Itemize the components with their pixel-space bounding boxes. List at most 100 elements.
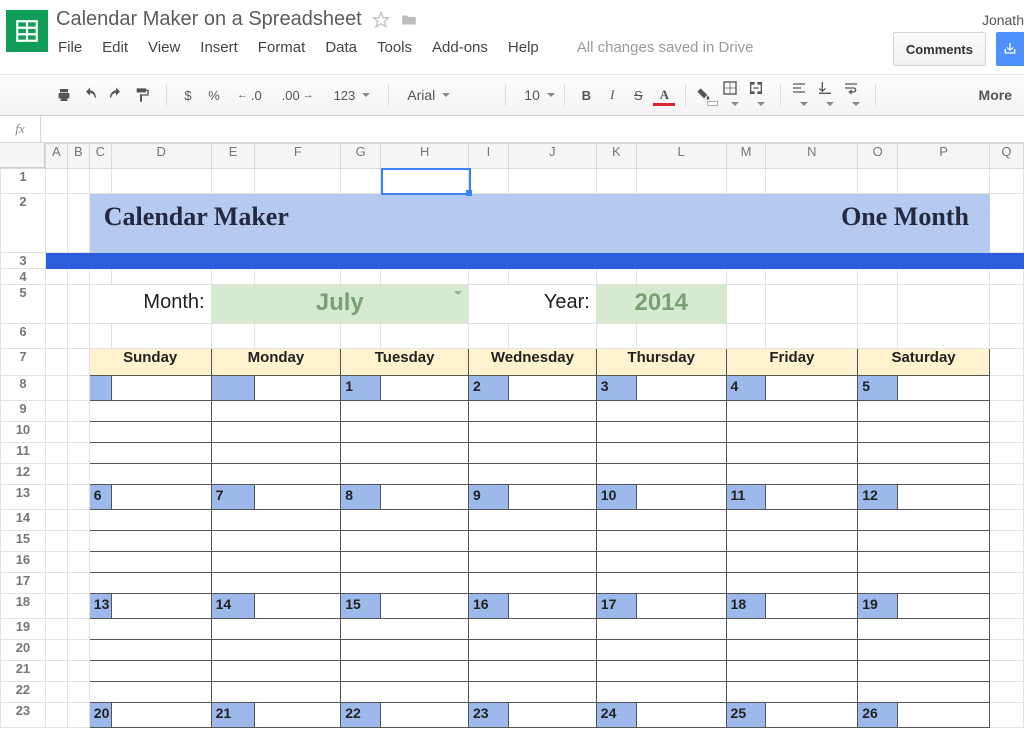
calendar-day-cell[interactable] (596, 443, 726, 464)
v-align-button[interactable] (817, 80, 839, 111)
fill-color-button[interactable] (696, 87, 718, 103)
calendar-day-cell[interactable] (726, 510, 858, 531)
row-header[interactable]: 3 (1, 253, 46, 269)
column-header[interactable]: A (45, 144, 67, 169)
comments-button[interactable]: Comments (893, 32, 986, 66)
calendar-day-cell[interactable] (726, 640, 858, 661)
calendar-day-cell[interactable] (89, 552, 211, 573)
calendar-day-number[interactable] (211, 376, 255, 401)
calendar-day-cell[interactable] (468, 422, 596, 443)
italic-button[interactable]: I (601, 87, 623, 103)
calendar-day-cell[interactable] (858, 464, 990, 485)
calendar-day-cell[interactable] (726, 443, 858, 464)
column-header[interactable]: B (67, 144, 89, 169)
row-header[interactable]: 23 (1, 703, 46, 728)
calendar-day-number[interactable]: 1 (341, 376, 381, 401)
menu-add-ons[interactable]: Add-ons (432, 39, 488, 56)
calendar-day-cell[interactable] (211, 573, 341, 594)
row-header[interactable]: 9 (1, 401, 46, 422)
calendar-day-cell[interactable] (211, 531, 341, 552)
calendar-day-cell[interactable] (211, 682, 341, 703)
calendar-day-cell[interactable] (726, 401, 858, 422)
column-header[interactable]: F (255, 144, 341, 169)
toolbar-more[interactable]: More (979, 87, 1018, 103)
calendar-day-cell[interactable] (596, 619, 726, 640)
calendar-day-cell[interactable] (211, 422, 341, 443)
strikethrough-button[interactable]: S (627, 88, 649, 103)
row-header[interactable]: 11 (1, 443, 46, 464)
calendar-day-cell[interactable] (341, 619, 469, 640)
calendar-day-cell[interactable] (596, 510, 726, 531)
year-input[interactable]: 2014 (596, 285, 726, 324)
calendar-day-number[interactable]: 20 (89, 703, 111, 728)
calendar-day-number[interactable]: 7 (211, 485, 255, 510)
calendar-day-number[interactable]: 8 (341, 485, 381, 510)
calendar-day-number[interactable]: 18 (726, 594, 766, 619)
calendar-day-number[interactable]: 17 (596, 594, 636, 619)
font-family-dropdown[interactable]: Arial (399, 87, 495, 103)
calendar-day-cell[interactable] (858, 443, 990, 464)
calendar-day-cell[interactable] (211, 552, 341, 573)
calendar-day-cell[interactable] (858, 531, 990, 552)
undo-icon[interactable] (82, 87, 104, 103)
row-header[interactable]: 18 (1, 594, 46, 619)
calendar-day-number[interactable]: 10 (596, 485, 636, 510)
calendar-day-cell[interactable] (726, 573, 858, 594)
calendar-day-cell[interactable] (468, 464, 596, 485)
calendar-day-cell[interactable] (341, 422, 469, 443)
row-header[interactable]: 7 (1, 349, 46, 376)
calendar-day-number[interactable]: 22 (341, 703, 381, 728)
calendar-day-cell[interactable] (89, 573, 211, 594)
column-header[interactable]: J (508, 144, 596, 169)
calendar-day-cell[interactable] (341, 573, 469, 594)
menu-insert[interactable]: Insert (200, 39, 238, 56)
row-header[interactable]: 22 (1, 682, 46, 703)
calendar-day-number[interactable]: 23 (468, 703, 508, 728)
row-header[interactable]: 21 (1, 661, 46, 682)
month-dropdown[interactable]: July (211, 285, 468, 324)
column-header[interactable]: G (341, 144, 381, 169)
calendar-day-cell[interactable] (89, 443, 211, 464)
calendar-day-cell[interactable] (341, 640, 469, 661)
calendar-day-cell[interactable] (211, 464, 341, 485)
calendar-day-cell[interactable] (468, 401, 596, 422)
row-header[interactable]: 2 (1, 194, 46, 253)
menu-edit[interactable]: Edit (102, 39, 128, 56)
calendar-day-cell[interactable] (468, 619, 596, 640)
calendar-day-cell[interactable] (89, 510, 211, 531)
calendar-day-cell[interactable] (89, 682, 211, 703)
calendar-day-cell[interactable] (726, 422, 858, 443)
print-icon[interactable] (56, 87, 78, 103)
row-header[interactable]: 4 (1, 269, 46, 285)
calendar-day-cell[interactable] (596, 661, 726, 682)
row-header[interactable]: 1 (1, 169, 46, 194)
column-header-row[interactable]: ABCDEFGHIJKLMNOPQ (1, 144, 1024, 169)
calendar-day-cell[interactable] (858, 619, 990, 640)
row-header[interactable]: 6 (1, 324, 46, 349)
column-header[interactable]: N (766, 144, 858, 169)
formula-input[interactable] (41, 116, 1024, 142)
calendar-day-cell[interactable] (726, 661, 858, 682)
calendar-day-cell[interactable] (468, 552, 596, 573)
calendar-day-number[interactable] (89, 376, 111, 401)
calendar-day-number[interactable]: 3 (596, 376, 636, 401)
account-name[interactable]: Jonath (982, 12, 1024, 28)
column-header[interactable]: P (898, 144, 990, 169)
calendar-day-cell[interactable] (726, 531, 858, 552)
calendar-day-cell[interactable] (596, 640, 726, 661)
borders-button[interactable] (722, 80, 744, 111)
column-header[interactable]: C (89, 144, 111, 169)
column-header[interactable]: K (596, 144, 636, 169)
calendar-day-number[interactable]: 16 (468, 594, 508, 619)
calendar-day-cell[interactable] (858, 640, 990, 661)
merge-cells-button[interactable] (748, 80, 770, 111)
row-header[interactable]: 8 (1, 376, 46, 401)
doc-title[interactable]: Calendar Maker on a Spreadsheet (56, 8, 362, 31)
select-all-corner[interactable] (0, 143, 45, 168)
calendar-day-number[interactable]: 2 (468, 376, 508, 401)
calendar-day-cell[interactable] (726, 682, 858, 703)
calendar-day-cell[interactable] (596, 464, 726, 485)
column-header[interactable]: Q (989, 144, 1023, 169)
row-header[interactable]: 20 (1, 640, 46, 661)
calendar-day-cell[interactable] (211, 661, 341, 682)
